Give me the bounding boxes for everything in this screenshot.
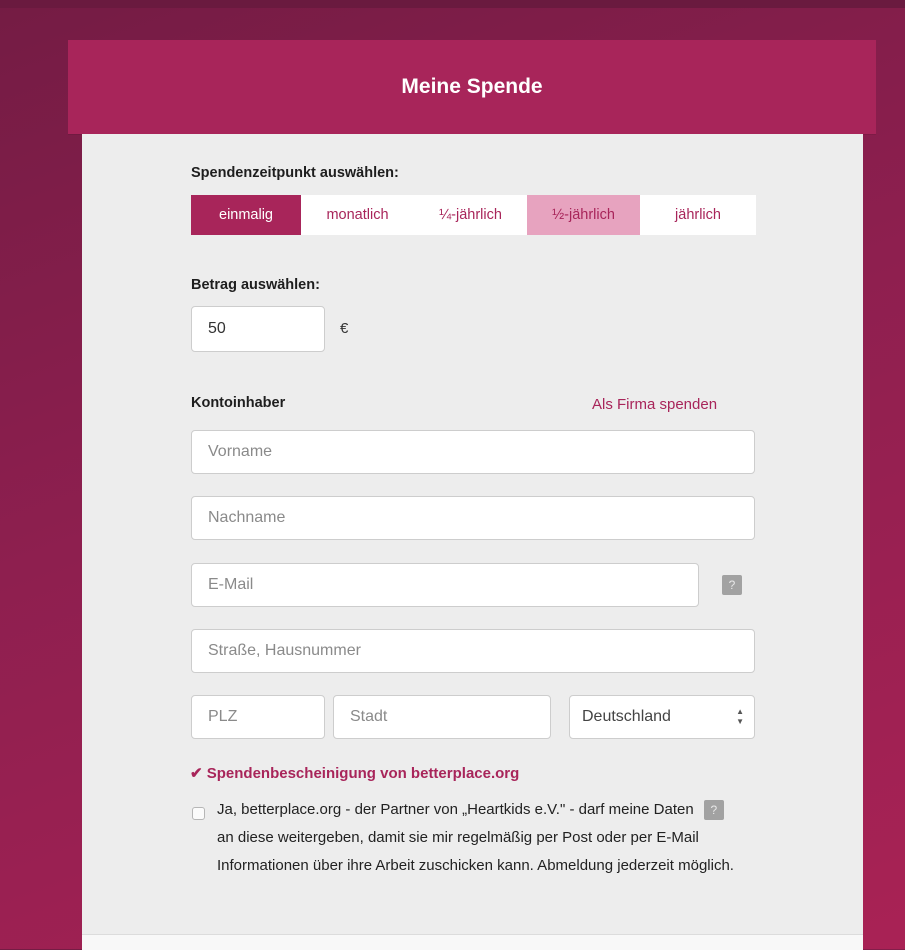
consent-checkbox[interactable] bbox=[192, 807, 205, 820]
certificate-label: Spendenbescheinigung von betterplace.org bbox=[206, 765, 520, 782]
timing-option-half-yearly[interactable]: ½-jährlich bbox=[527, 195, 640, 235]
amount-label: Betrag auswählen: bbox=[191, 277, 320, 293]
zip-input[interactable] bbox=[191, 695, 325, 739]
account-holder-label: Kontoinhaber bbox=[191, 395, 286, 411]
donation-form-panel: Spendenzeitpunkt auswählen: einmalig mon… bbox=[82, 134, 863, 950]
last-name-input[interactable] bbox=[191, 496, 755, 540]
certificate-notice: ✔ Spendenbescheinigung von betterplace.o… bbox=[190, 764, 519, 782]
consent-text-start: Ja, betterplace.org - der Partner von „H… bbox=[217, 801, 694, 818]
form-footer bbox=[82, 934, 863, 950]
street-input[interactable] bbox=[191, 629, 755, 673]
first-name-input[interactable] bbox=[191, 430, 755, 474]
consent-text-end: an diese weitergeben, damit sie mir rege… bbox=[217, 829, 734, 874]
country-select[interactable]: Deutschland ▲ ▼ bbox=[569, 695, 755, 739]
timing-option-quarterly[interactable]: ¼-jährlich bbox=[414, 195, 527, 235]
city-input[interactable] bbox=[333, 695, 551, 739]
company-donation-link[interactable]: Als Firma spenden bbox=[592, 396, 717, 413]
checkmark-icon: ✔ bbox=[190, 765, 203, 782]
timing-label: Spendenzeitpunkt auswählen: bbox=[191, 165, 399, 181]
timing-option-jaehrlich[interactable]: jährlich bbox=[640, 195, 756, 235]
window-top-border bbox=[0, 0, 905, 8]
amount-input[interactable] bbox=[191, 306, 325, 352]
email-help-icon[interactable]: ? bbox=[722, 575, 742, 595]
timing-selector: einmalig monatlich ¼-jährlich ½-jährlich… bbox=[191, 195, 756, 235]
consent-text: Ja, betterplace.org - der Partner von „H… bbox=[217, 796, 737, 880]
currency-symbol: € bbox=[340, 320, 349, 337]
page-header: Meine Spende bbox=[68, 40, 876, 134]
email-input[interactable] bbox=[191, 563, 699, 607]
timing-option-monatlich[interactable]: monatlich bbox=[301, 195, 414, 235]
select-arrows-icon: ▲ ▼ bbox=[736, 707, 744, 726]
timing-option-einmalig[interactable]: einmalig bbox=[191, 195, 301, 235]
country-select-value: Deutschland bbox=[582, 708, 671, 725]
page-title: Meine Spende bbox=[401, 75, 543, 98]
data-help-icon[interactable]: ? bbox=[703, 800, 724, 821]
